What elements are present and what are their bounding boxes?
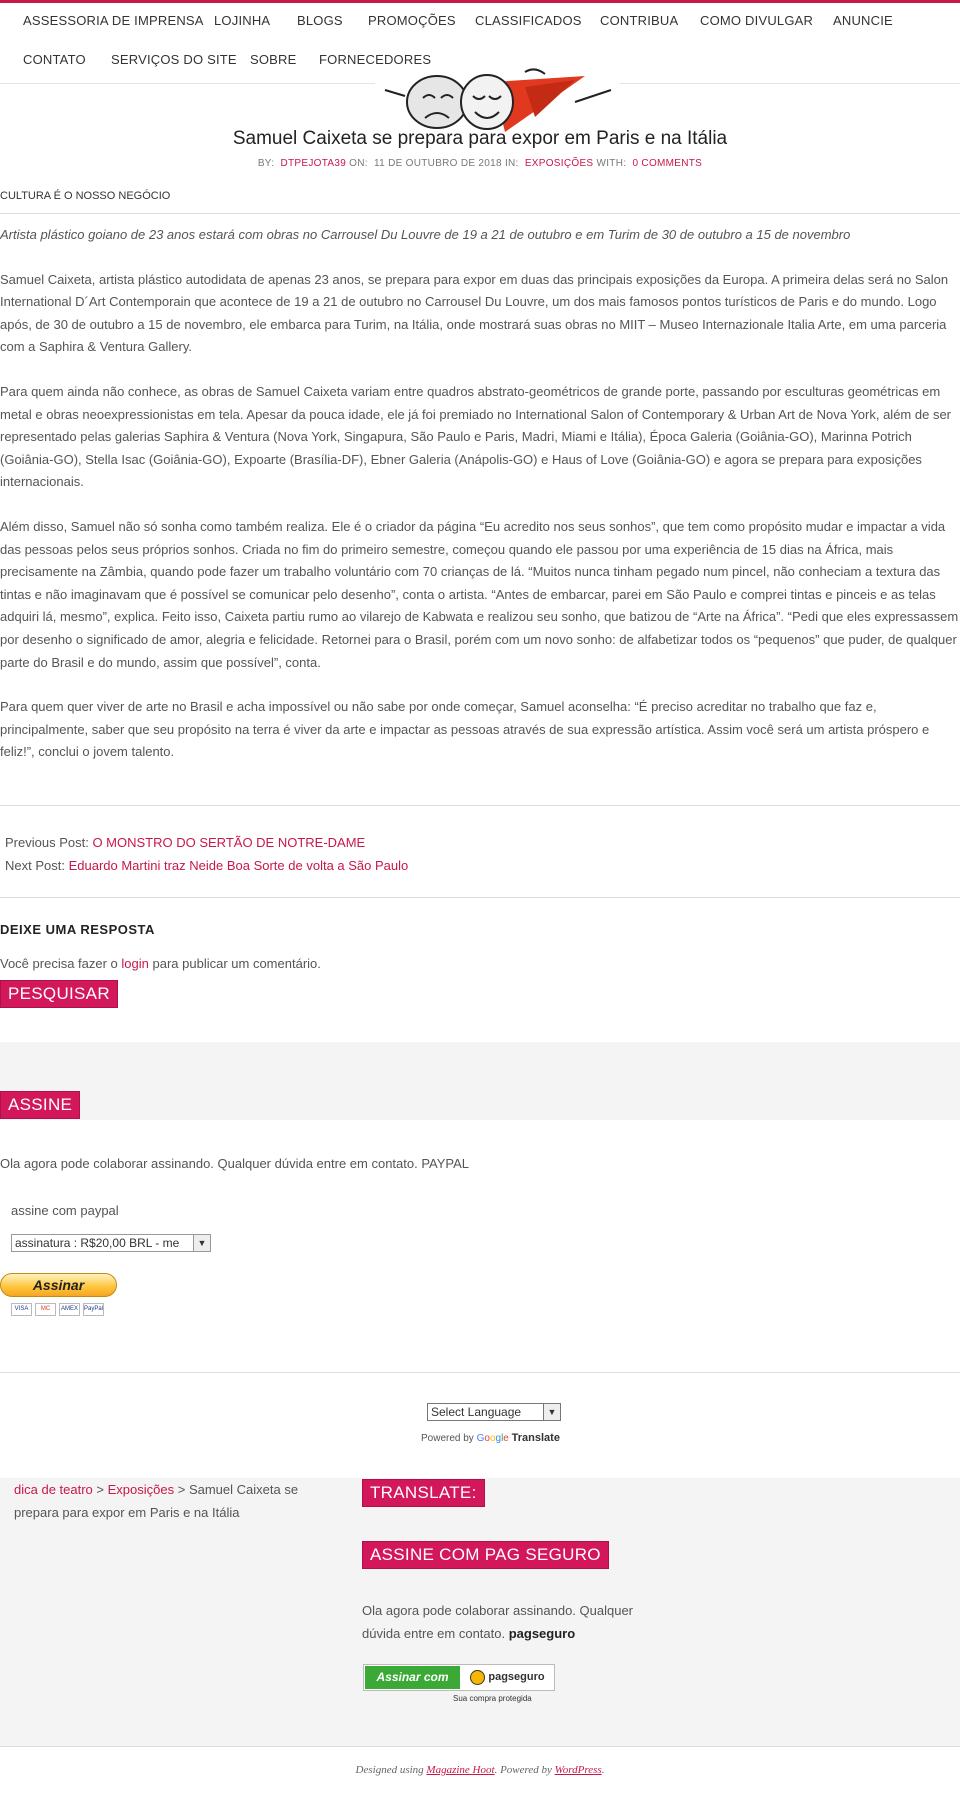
post-paragraph: Para quem quer viver de arte no Brasil e…: [0, 699, 930, 760]
pagseguro-logo: pagseguro: [462, 1666, 553, 1689]
pagseguro-text-bold: pagseguro: [508, 1625, 576, 1641]
google-logo: Google: [476, 1433, 509, 1444]
powered-by-label: Powered by: [421, 1433, 474, 1444]
translate-corner-button[interactable]: Translate »: [845, 1780, 908, 1794]
previous-post-label: Previous Post:: [5, 835, 89, 850]
previous-post-link[interactable]: O MONSTRO DO SERTÃO DE NOTRE-DAME: [92, 835, 365, 850]
amex-card-icon: AMEX: [59, 1303, 80, 1316]
nav-item-como-divulgar[interactable]: COMO DIVULGAR: [700, 13, 813, 28]
pagseguro-logo-icon: [470, 1669, 486, 1685]
mastercard-icon: MC: [35, 1303, 56, 1316]
reply-text-before: Você precisa fazer o: [0, 956, 118, 971]
footer-credits: Designed using Magazine Hoot. Powered by…: [355, 1764, 605, 1776]
pagseguro-subscribe-button[interactable]: Assinar com pagseguro: [363, 1664, 555, 1691]
paypal-label: assine com paypal: [11, 1203, 119, 1218]
breadcrumb-separator: >: [177, 1482, 186, 1497]
visa-card-icon: VISA: [11, 1303, 32, 1316]
nav-item-classificados[interactable]: CLASSIFICADOS: [475, 13, 582, 28]
paypal-selected-option: assinatura : R$20,00 BRL - me: [15, 1236, 180, 1250]
reply-text-after: para publicar um comentário.: [152, 956, 321, 971]
login-link[interactable]: login: [121, 956, 148, 971]
payment-cards: VISA MC AMEX PayPal: [11, 1303, 107, 1316]
translate-link[interactable]: Translate: [512, 1432, 560, 1444]
divider: [0, 1372, 960, 1373]
language-select[interactable]: Select Language ▼: [427, 1403, 561, 1421]
post-lead: Artista plástico goiano de 23 anos estar…: [0, 227, 851, 242]
nav-item-contribua[interactable]: CONTRIBUA: [600, 13, 678, 28]
breadcrumb-home[interactable]: dica de teatro: [14, 1482, 93, 1497]
breadcrumb: dica de teatro > Exposições > Samuel Cai…: [14, 1478, 314, 1524]
nav-item-contato[interactable]: CONTATO: [23, 52, 86, 67]
widget-band: [0, 1042, 960, 1120]
credits-designed-using: Designed using: [355, 1764, 424, 1776]
paypal-card-icon: PayPal: [83, 1303, 104, 1316]
nav-item-sobre[interactable]: SOBRE: [250, 52, 297, 67]
post-paragraph: Para quem ainda não conhece, as obras de…: [0, 383, 951, 490]
meta-by-label: BY:: [257, 158, 275, 169]
credits-powered-by: . Powered by: [494, 1764, 552, 1776]
site-tagline: CULTURA É O NOSSO NEGÓCIO: [0, 190, 171, 202]
reply-notice: Você precisa fazer o login para publicar…: [0, 956, 321, 971]
chevron-down-icon: ▼: [543, 1404, 560, 1420]
divider: [0, 1746, 960, 1747]
next-post-label: Next Post:: [5, 858, 65, 873]
divider: [0, 805, 960, 806]
theme-link[interactable]: Magazine Hoot: [426, 1764, 494, 1776]
breadcrumb-separator: >: [96, 1482, 104, 1497]
language-select-value: Select Language: [431, 1405, 522, 1419]
meta-category-link[interactable]: EXPOSIÇÕES: [525, 158, 594, 169]
google-translate-attribution: Powered by Google Translate: [421, 1432, 560, 1444]
nav-item-promocoes[interactable]: PROMOÇÕES: [368, 13, 456, 28]
divider: [0, 897, 960, 898]
translate-widget-title: TRANSLATE:: [362, 1479, 485, 1507]
paypal-subscription-select[interactable]: assinatura : R$20,00 BRL - me ▼: [11, 1234, 211, 1252]
meta-comments-link[interactable]: 0 COMMENTS: [632, 158, 702, 169]
paypal-subscribe-button[interactable]: Assinar: [0, 1273, 117, 1297]
pagseguro-widget-title: ASSINE COM PAG SEGURO: [362, 1541, 609, 1569]
breadcrumb-category[interactable]: Exposições: [108, 1482, 174, 1497]
pagseguro-text-body: Ola agora pode colaborar assinando. Qual…: [362, 1603, 634, 1641]
nav-item-blogs[interactable]: BLOGS: [297, 13, 343, 28]
meta-with-label: WITH:: [596, 158, 627, 169]
chevron-down-icon: ▼: [193, 1235, 210, 1251]
post-meta: BY: DTPEJOTA39 ON: 11 DE OUTUBRO DE 2018…: [0, 158, 960, 169]
meta-date: 11 DE OUTUBRO DE 2018: [374, 158, 502, 169]
post-title: Samuel Caixeta se prepara para expor em …: [232, 128, 728, 149]
meta-author-link[interactable]: DTPEJOTA39: [280, 158, 346, 169]
pagseguro-subtext: Sua compra protegida: [453, 1694, 532, 1703]
next-post-link[interactable]: Eduardo Martini traz Neide Boa Sorte de …: [69, 858, 409, 873]
nav-item-lojinha[interactable]: LOJINHA: [214, 13, 270, 28]
reply-title: DEIXE UMA RESPOSTA: [0, 922, 155, 937]
search-widget-title: PESQUISAR: [0, 980, 118, 1008]
post-content: Artista plástico goiano de 23 anos estar…: [0, 224, 960, 786]
assine-text: Ola agora pode colaborar assinando. Qual…: [0, 1156, 470, 1171]
meta-on-label: ON:: [349, 158, 368, 169]
post-paragraph: Além disso, Samuel não só sonha como tam…: [0, 518, 959, 670]
post-paragraph: Samuel Caixeta, artista plástico autodid…: [0, 271, 949, 355]
wordpress-link[interactable]: WordPress: [555, 1764, 602, 1776]
pagseguro-text: Ola agora pode colaborar assinando. Qual…: [362, 1600, 652, 1645]
pagseguro-button-label: Assinar com: [365, 1666, 460, 1689]
assine-widget-title: ASSINE: [0, 1091, 81, 1119]
meta-in-label: IN:: [504, 158, 519, 169]
post-navigation: Previous Post: O MONSTRO DO SERTÃO DE NO…: [5, 831, 408, 877]
nav-item-servicos[interactable]: SERVIÇOS DO SITE: [111, 52, 237, 67]
divider: [0, 213, 960, 214]
nav-item-anuncie[interactable]: ANUNCIE: [833, 13, 893, 28]
pagseguro-logo-text: pagseguro: [488, 1671, 545, 1683]
nav-item-assessoria[interactable]: ASSESSORIA DE IMPRENSA: [23, 13, 204, 28]
